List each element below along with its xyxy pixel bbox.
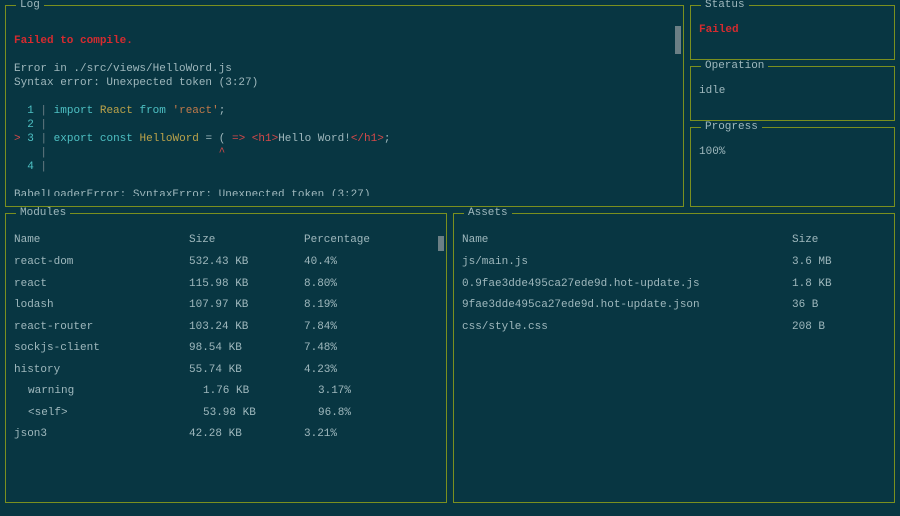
module-name: json3	[14, 424, 189, 446]
status-panel: Status Failed	[690, 5, 895, 60]
table-row: json342.28 KB3.21%	[14, 424, 438, 446]
module-size: 98.54 KB	[189, 338, 304, 360]
table-row: 9fae3dde495ca27ede9d.hot-update.json36 B	[462, 295, 886, 317]
asset-size: 1.8 KB	[792, 274, 872, 296]
module-pct: 40.4%	[304, 252, 394, 274]
progress-value: 100%	[699, 146, 886, 158]
assets-panel: Assets Name Size js/main.js3.6 MB0.9fae3…	[453, 213, 895, 503]
operation-value: idle	[699, 85, 886, 97]
module-pct: 7.48%	[304, 338, 394, 360]
module-size: 42.28 KB	[189, 424, 304, 446]
operation-panel: Operation idle	[690, 66, 895, 121]
log-syntax-err: Syntax error: Unexpected token (3:27)	[14, 77, 258, 89]
module-size: 1.76 KB	[189, 381, 304, 403]
table-row: js/main.js3.6 MB	[462, 252, 886, 274]
modules-header-pct: Percentage	[304, 234, 394, 246]
module-size: 115.98 KB	[189, 274, 304, 296]
module-name: warning	[14, 381, 189, 403]
modules-header: Name Size Percentage	[14, 234, 438, 246]
log-scrollbar[interactable]	[675, 26, 681, 54]
assets-header-name: Name	[462, 234, 792, 246]
module-pct: 4.23%	[304, 360, 394, 382]
module-name: <self>	[14, 403, 189, 425]
module-size: 55.74 KB	[189, 360, 304, 382]
module-pct: 7.84%	[304, 317, 394, 339]
asset-size: 3.6 MB	[792, 252, 872, 274]
log-panel: Log Failed to compile. Error in ./src/vi…	[5, 5, 684, 207]
asset-name: css/style.css	[462, 317, 792, 339]
modules-scrollbar[interactable]	[438, 236, 444, 251]
module-pct: 8.80%	[304, 274, 394, 296]
progress-panel: Progress 100%	[690, 127, 895, 207]
module-pct: 3.17%	[304, 381, 394, 403]
table-row: react115.98 KB8.80%	[14, 274, 438, 296]
asset-name: js/main.js	[462, 252, 792, 274]
assets-body: js/main.js3.6 MB0.9fae3dde495ca27ede9d.h…	[462, 252, 886, 338]
module-pct: 3.21%	[304, 424, 394, 446]
table-row: <self>53.98 KB96.8%	[14, 403, 438, 425]
module-size: 532.43 KB	[189, 252, 304, 274]
module-size: 107.97 KB	[189, 295, 304, 317]
asset-name: 9fae3dde495ca27ede9d.hot-update.json	[462, 295, 792, 317]
assets-title: Assets	[464, 207, 512, 219]
module-pct: 96.8%	[304, 403, 394, 425]
log-body: Failed to compile. Error in ./src/views/…	[14, 20, 675, 196]
table-row: warning1.76 KB3.17%	[14, 381, 438, 403]
operation-title: Operation	[701, 60, 768, 72]
table-row: 0.9fae3dde495ca27ede9d.hot-update.js1.8 …	[462, 274, 886, 296]
module-size: 53.98 KB	[189, 403, 304, 425]
status-value: Failed	[699, 24, 886, 36]
modules-title: Modules	[16, 207, 70, 219]
table-row: sockjs-client98.54 KB7.48%	[14, 338, 438, 360]
table-row: react-router103.24 KB7.84%	[14, 317, 438, 339]
modules-panel: Modules Name Size Percentage react-dom53…	[5, 213, 447, 503]
modules-header-name: Name	[14, 234, 189, 246]
table-row: react-dom532.43 KB40.4%	[14, 252, 438, 274]
table-row: lodash107.97 KB8.19%	[14, 295, 438, 317]
module-name: react-router	[14, 317, 189, 339]
assets-header-size: Size	[792, 234, 872, 246]
log-babel-err: BabelLoaderError: SyntaxError: Unexpecte…	[14, 189, 370, 196]
modules-header-size: Size	[189, 234, 304, 246]
module-name: react	[14, 274, 189, 296]
log-error-in: Error in ./src/views/HelloWord.js	[14, 63, 232, 75]
module-name: sockjs-client	[14, 338, 189, 360]
module-name: lodash	[14, 295, 189, 317]
table-row: css/style.css208 B	[462, 317, 886, 339]
asset-name: 0.9fae3dde495ca27ede9d.hot-update.js	[462, 274, 792, 296]
log-failed: Failed to compile.	[14, 35, 133, 47]
status-title: Status	[701, 0, 749, 11]
module-name: react-dom	[14, 252, 189, 274]
assets-header: Name Size	[462, 234, 886, 246]
module-name: history	[14, 360, 189, 382]
module-pct: 8.19%	[304, 295, 394, 317]
module-size: 103.24 KB	[189, 317, 304, 339]
asset-size: 36 B	[792, 295, 872, 317]
asset-size: 208 B	[792, 317, 872, 339]
table-row: history55.74 KB4.23%	[14, 360, 438, 382]
log-title: Log	[16, 0, 44, 11]
modules-body: react-dom532.43 KB40.4%react115.98 KB8.8…	[14, 252, 438, 446]
progress-title: Progress	[701, 121, 762, 133]
